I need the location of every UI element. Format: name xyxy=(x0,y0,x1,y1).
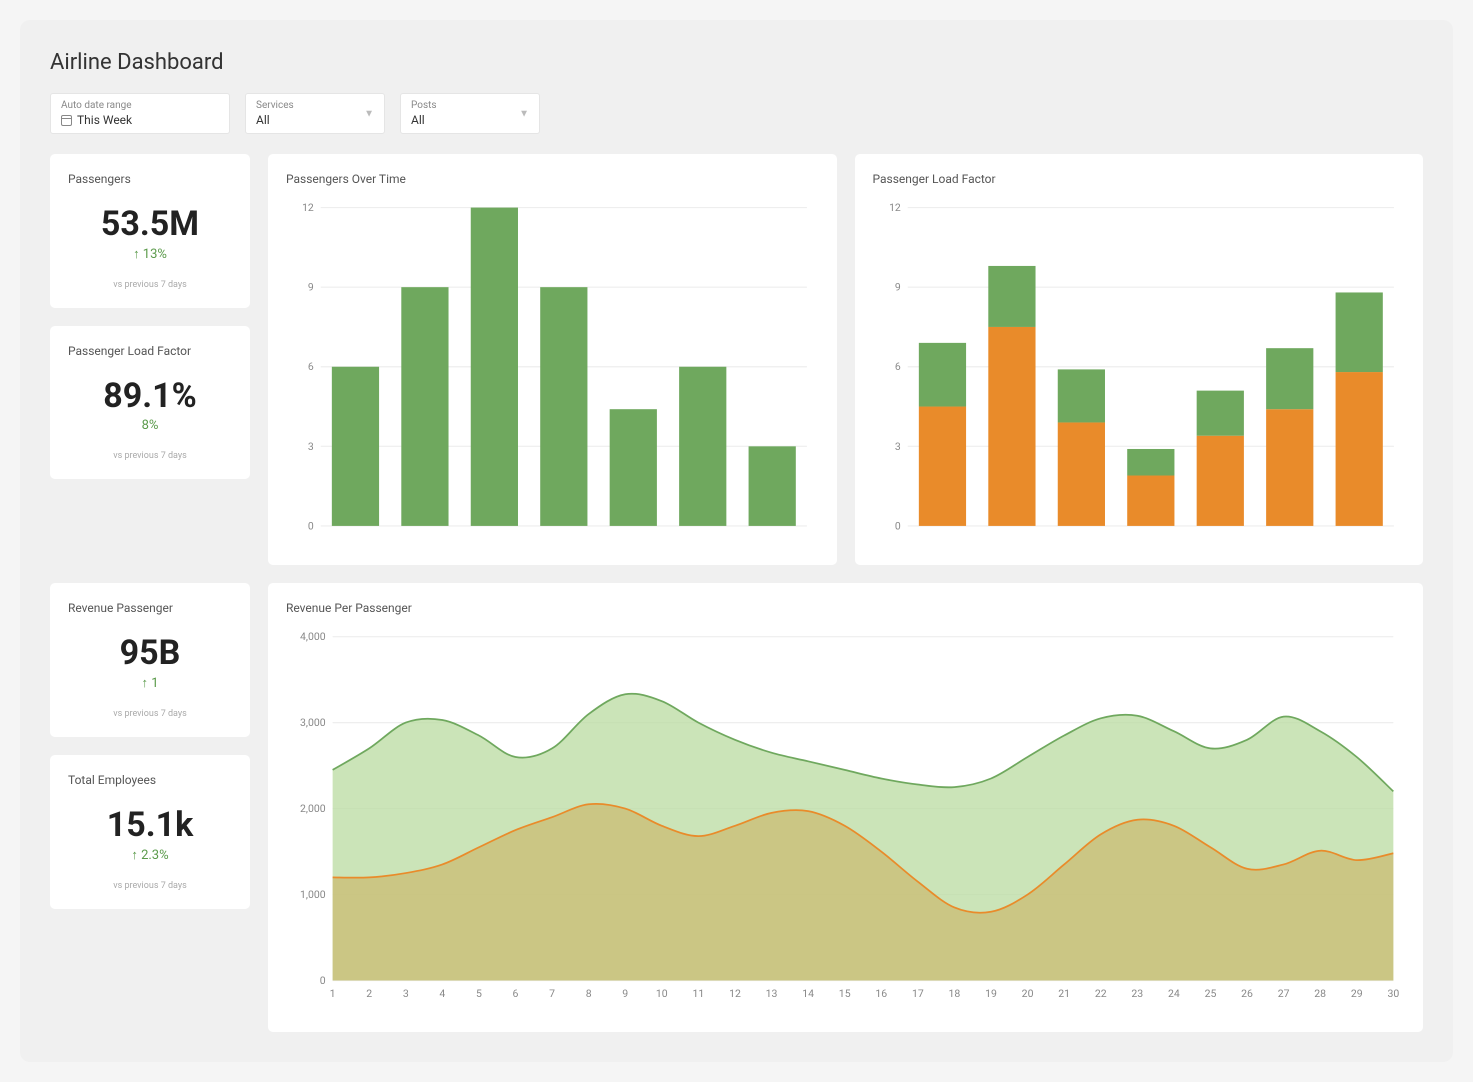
svg-text:26: 26 xyxy=(1241,987,1253,1000)
svg-text:16: 16 xyxy=(875,987,887,1000)
svg-text:12: 12 xyxy=(889,201,901,214)
svg-text:9: 9 xyxy=(308,281,314,294)
svg-text:0: 0 xyxy=(320,974,326,987)
svg-text:27: 27 xyxy=(1278,987,1290,1000)
svg-text:12: 12 xyxy=(729,987,741,1000)
svg-text:3: 3 xyxy=(308,440,314,453)
stacked-bar-chart-svg: 0 3 6 9 12 xyxy=(873,196,1406,543)
filter-label: Posts xyxy=(411,100,529,111)
svg-text:14: 14 xyxy=(802,987,814,1000)
svg-text:3: 3 xyxy=(894,440,900,453)
filter-services[interactable]: Services All ▼ xyxy=(245,93,385,134)
svg-text:25: 25 xyxy=(1205,987,1217,1000)
svg-text:0: 0 xyxy=(894,519,900,532)
svg-text:6: 6 xyxy=(513,987,519,1000)
kpi-title: Passenger Load Factor xyxy=(68,344,232,358)
bar-chart-svg: 0 3 6 9 12 xyxy=(286,196,819,543)
chart-revenue-per-passenger: Revenue Per Passenger 0 1,000 2,000 3,000 4,… xyxy=(268,583,1423,1032)
kpi-sub: vs previous 7 days xyxy=(68,280,232,290)
svg-text:24: 24 xyxy=(1168,987,1180,1000)
filter-date-range[interactable]: Auto date range This Week xyxy=(50,93,230,134)
kpi-passengers: Passengers 53.5M ↑ 13% vs previous 7 day… xyxy=(50,154,250,308)
svg-text:19: 19 xyxy=(985,987,997,1000)
kpi-total-employees: Total Employees 15.1k ↑ 2.3% vs previous… xyxy=(50,755,250,909)
page-title: Airline Dashboard xyxy=(50,50,1423,75)
chart-passenger-load-factor: Passenger Load Factor 0 3 6 9 12 xyxy=(855,154,1424,565)
kpi-title: Passengers xyxy=(68,172,232,186)
svg-text:8: 8 xyxy=(586,987,592,1000)
filter-value: All xyxy=(411,113,529,127)
svg-text:1: 1 xyxy=(330,987,336,1000)
filter-value: This Week xyxy=(61,113,219,127)
area-chart-svg: 01,0002,0003,0004,0001234567891011121314… xyxy=(286,625,1405,1010)
svg-text:6: 6 xyxy=(308,360,314,373)
svg-text:22: 22 xyxy=(1095,987,1107,1000)
svg-text:15: 15 xyxy=(839,987,851,1000)
filter-date-range-text: This Week xyxy=(77,113,132,127)
filter-label: Services xyxy=(256,100,374,111)
svg-text:3,000: 3,000 xyxy=(300,716,326,729)
kpi-value: 15.1k xyxy=(68,805,232,845)
kpi-change: ↑ 2.3% xyxy=(68,847,232,863)
svg-text:28: 28 xyxy=(1314,987,1326,1000)
chevron-down-icon: ▼ xyxy=(519,108,529,119)
filter-value: All xyxy=(256,113,374,127)
kpi-change: ↑ 1 xyxy=(68,675,232,691)
kpi-sub: vs previous 7 days xyxy=(68,451,232,461)
svg-text:2: 2 xyxy=(366,987,372,1000)
svg-text:0: 0 xyxy=(308,519,314,532)
kpi-value: 53.5M xyxy=(68,204,232,244)
svg-text:29: 29 xyxy=(1351,987,1363,1000)
kpi-revenue-passenger: Revenue Passenger 95B ↑ 1 vs previous 7 … xyxy=(50,583,250,737)
chevron-down-icon: ▼ xyxy=(364,108,374,119)
calendar-icon xyxy=(61,115,72,126)
svg-text:23: 23 xyxy=(1131,987,1143,1000)
svg-text:7: 7 xyxy=(549,987,555,1000)
svg-text:11: 11 xyxy=(692,987,704,1000)
svg-text:21: 21 xyxy=(1058,987,1070,1000)
filter-label: Auto date range xyxy=(61,100,219,111)
svg-text:30: 30 xyxy=(1387,987,1399,1000)
filter-posts[interactable]: Posts All ▼ xyxy=(400,93,540,134)
kpi-column-2: Revenue Passenger 95B ↑ 1 vs previous 7 … xyxy=(50,583,250,1032)
dashboard-grid: Passengers 53.5M ↑ 13% vs previous 7 day… xyxy=(50,154,1423,1032)
kpi-title: Total Employees xyxy=(68,773,232,787)
svg-text:18: 18 xyxy=(949,987,961,1000)
kpi-load-factor: Passenger Load Factor 89.1% 8% vs previo… xyxy=(50,326,250,479)
svg-text:5: 5 xyxy=(476,987,482,1000)
svg-text:10: 10 xyxy=(656,987,668,1000)
filter-bar: Auto date range This Week Services All ▼… xyxy=(50,93,1423,134)
chart-title: Revenue Per Passenger xyxy=(286,601,1405,615)
svg-text:4: 4 xyxy=(439,987,445,1000)
chart-title: Passengers Over Time xyxy=(286,172,819,186)
kpi-value: 95B xyxy=(68,633,232,673)
kpi-change: 8% xyxy=(68,418,232,433)
kpi-column-1: Passengers 53.5M ↑ 13% vs previous 7 day… xyxy=(50,154,250,565)
svg-text:17: 17 xyxy=(912,987,924,1000)
chart-title: Passenger Load Factor xyxy=(873,172,1406,186)
kpi-sub: vs previous 7 days xyxy=(68,881,232,891)
kpi-title: Revenue Passenger xyxy=(68,601,232,615)
svg-text:9: 9 xyxy=(622,987,628,1000)
svg-text:13: 13 xyxy=(766,987,778,1000)
svg-text:20: 20 xyxy=(1022,987,1034,1000)
svg-text:4,000: 4,000 xyxy=(300,630,326,643)
svg-text:2,000: 2,000 xyxy=(300,802,326,815)
svg-text:1,000: 1,000 xyxy=(300,888,326,901)
svg-text:12: 12 xyxy=(302,201,314,214)
svg-text:9: 9 xyxy=(894,281,900,294)
svg-text:6: 6 xyxy=(894,360,900,373)
dashboard-container: Airline Dashboard Auto date range This W… xyxy=(20,20,1453,1062)
kpi-change: ↑ 13% xyxy=(68,246,232,262)
chart-passengers-over-time: Passengers Over Time 0 3 6 9 12 xyxy=(268,154,837,565)
kpi-sub: vs previous 7 days xyxy=(68,709,232,719)
svg-text:3: 3 xyxy=(403,987,409,1000)
kpi-value: 89.1% xyxy=(68,376,232,416)
